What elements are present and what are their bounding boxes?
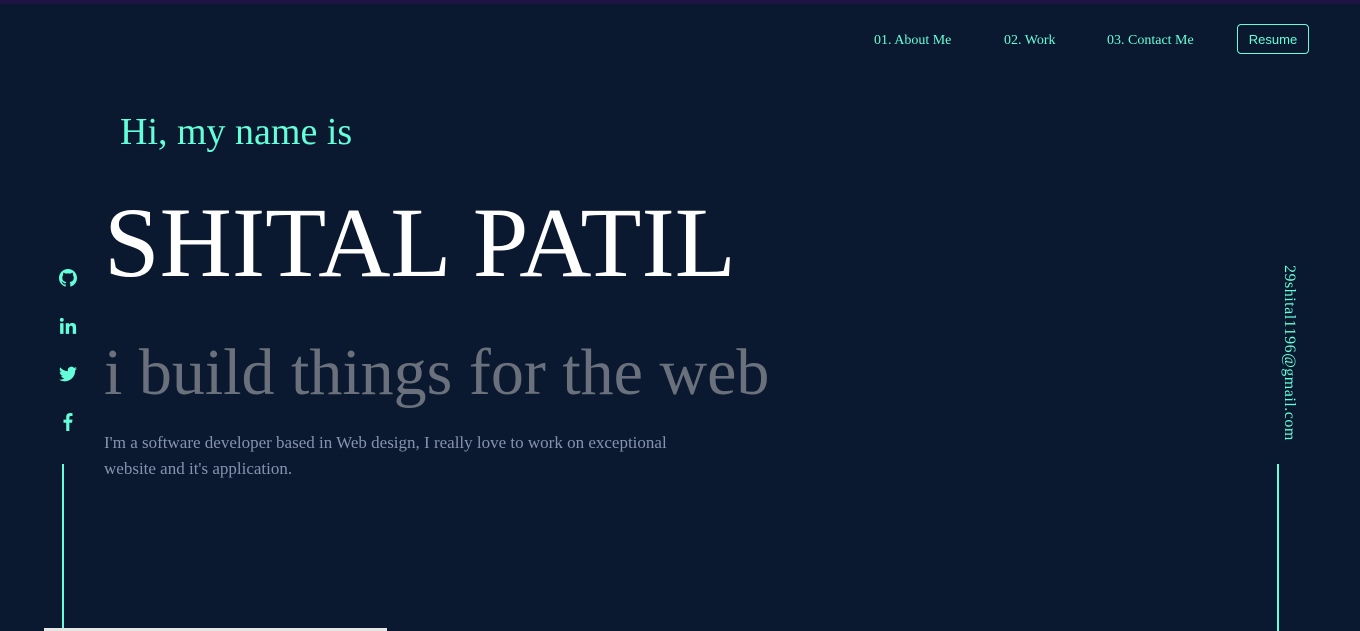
twitter-icon[interactable] [57,363,79,385]
nav-contact-me[interactable]: 03. Contact Me [1107,33,1194,49]
nav-about-me[interactable]: 01. About Me [874,33,951,49]
hero-bio: I'm a software developer based in Web de… [104,433,667,478]
navbar: 01. About Me 02. Work 03. Contact Me Res… [0,4,1345,64]
vertical-scrollbar[interactable] [1345,4,1360,631]
resume-button[interactable]: Resume [1237,24,1309,54]
email-divider-line [1277,464,1279,631]
nav-work[interactable]: 02. Work [1004,33,1056,49]
hero-name: SHITAL PATIL [104,187,736,298]
social-divider-line [62,464,64,631]
facebook-icon[interactable] [57,411,79,433]
hero-greeting: Hi, my name is [120,111,353,153]
github-icon[interactable] [57,267,79,289]
hero-tagline: i build things for the web [104,336,770,409]
email-link[interactable]: 29shital1196@gmail.com [1280,265,1298,441]
linkedin-icon[interactable] [57,315,79,337]
